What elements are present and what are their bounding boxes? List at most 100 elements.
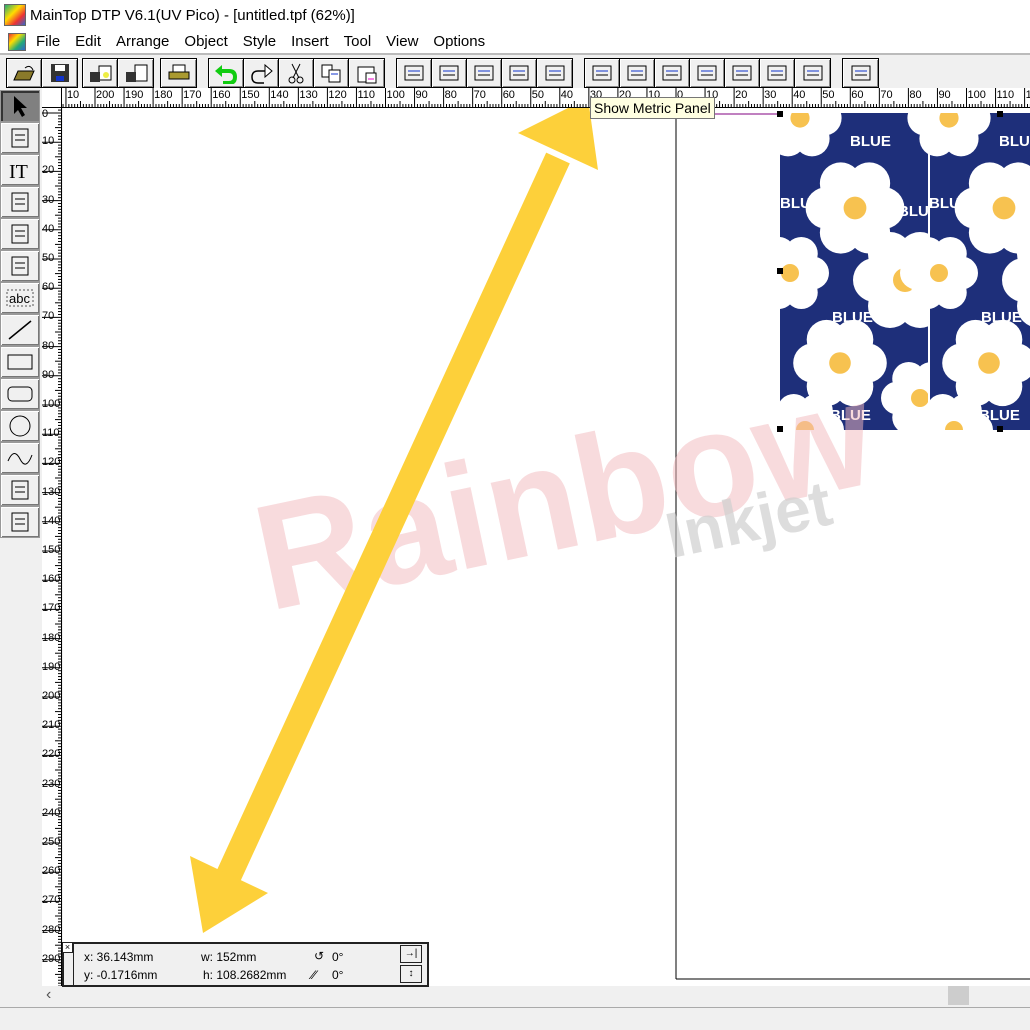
flip-vertical-button[interactable]: ↕ xyxy=(400,965,422,983)
star-icon xyxy=(697,65,717,81)
toolbar xyxy=(0,53,1030,88)
rotate-icon xyxy=(11,192,29,212)
tool-ellipse[interactable] xyxy=(0,410,40,442)
ruler-label: 240 xyxy=(42,806,61,819)
flip-horizontal-button[interactable]: →|← xyxy=(400,945,422,975)
scrollbar-thumb[interactable] xyxy=(948,986,969,1005)
tool-line[interactable] xyxy=(0,314,40,346)
horizontal-scrollbar[interactable]: ‹ xyxy=(42,986,1030,1005)
ruler-label: 200 xyxy=(42,690,61,702)
tool-rounded-rectangle[interactable] xyxy=(0,378,40,410)
menu-options[interactable]: Options xyxy=(433,33,485,50)
menu-arrange[interactable]: Arrange xyxy=(116,33,169,50)
align-button[interactable] xyxy=(467,59,502,87)
tool-bezier[interactable] xyxy=(0,442,40,474)
menu-object[interactable]: Object xyxy=(184,33,227,50)
height-value[interactable]: h: 108.2682mm xyxy=(203,968,286,982)
pattern-label: BLUE xyxy=(929,195,970,212)
rectangle-icon xyxy=(7,354,33,370)
tool-node-select[interactable] xyxy=(0,122,40,154)
width-value[interactable]: w: 152mm xyxy=(201,950,256,964)
x-value[interactable]: x: 36.143mm xyxy=(84,950,153,964)
menu-tool[interactable]: Tool xyxy=(344,33,372,50)
tool-dotted-line[interactable] xyxy=(0,474,40,506)
ruler-label: 50 xyxy=(42,252,55,264)
print-button[interactable] xyxy=(161,59,196,87)
selection-handle[interactable] xyxy=(777,268,783,274)
metric-panel-button[interactable] xyxy=(585,59,620,87)
ruler-label: 40 xyxy=(42,222,55,235)
tool-text-block[interactable] xyxy=(0,250,40,282)
ruler-label: 50 xyxy=(531,89,544,101)
text-icon: IT xyxy=(9,161,28,183)
selection-handle[interactable] xyxy=(777,111,783,117)
tool-text-frame[interactable]: abc xyxy=(0,282,40,314)
rotation-value[interactable]: 0° xyxy=(332,950,343,964)
tool-text[interactable]: IT xyxy=(0,154,40,186)
group-button[interactable] xyxy=(537,59,572,87)
tool-zoom[interactable] xyxy=(0,218,40,250)
tool-crop[interactable] xyxy=(0,506,40,538)
ruler-label: 30 xyxy=(42,193,55,206)
app-icon[interactable] xyxy=(4,4,26,26)
open-button[interactable] xyxy=(7,59,42,87)
ruler-label: 60 xyxy=(42,281,55,294)
skew-icon: ⁄⁄ xyxy=(312,968,317,982)
save-button[interactable] xyxy=(42,59,77,87)
rounded-rectangle-icon xyxy=(7,386,33,402)
menu-insert[interactable]: Insert xyxy=(291,33,329,50)
step-repeat-button[interactable] xyxy=(760,59,795,87)
ruler-origin[interactable] xyxy=(42,88,62,108)
text-grid-button[interactable] xyxy=(795,59,830,87)
title-bar: MainTop DTP V6.1(UV Pico) - [untitled.tp… xyxy=(0,0,1030,30)
send-backward-icon xyxy=(439,65,459,81)
tool-rotate[interactable] xyxy=(0,186,40,218)
horizontal-ruler[interactable]: 10 200 190 180 170 160 150 140 130 120 110 100 90 80 7… xyxy=(62,88,1030,108)
duplicate-button[interactable] xyxy=(502,59,537,87)
close-icon[interactable]: × xyxy=(62,942,73,953)
copy-button[interactable] xyxy=(314,59,349,87)
svg-text:IT: IT xyxy=(9,161,28,183)
ruler-label: 210 xyxy=(42,719,61,732)
ruler-label: 110 xyxy=(42,427,60,440)
selection-handle[interactable] xyxy=(997,426,1003,432)
zoom-icon xyxy=(11,224,29,244)
shapes-button[interactable] xyxy=(620,59,655,87)
send-backward-button[interactable] xyxy=(432,59,467,87)
import-button[interactable] xyxy=(83,59,118,87)
menu-file[interactable]: File xyxy=(36,33,60,50)
distort-button[interactable] xyxy=(725,59,760,87)
tool-select[interactable] xyxy=(0,90,40,122)
canvas[interactable]: BLUEBLUEBLUEBLUEBLUEBLUEBLUEBLUEBLUEBLUE… xyxy=(63,108,1030,986)
y-value[interactable]: y: -0.1716mm xyxy=(84,968,157,982)
ruler-label: 0 xyxy=(42,108,49,120)
undo-button[interactable] xyxy=(209,59,244,87)
menu-style[interactable]: Style xyxy=(243,33,276,50)
ruler-label: 110 xyxy=(357,89,375,101)
pattern-label: BLUE xyxy=(850,133,891,150)
star-button[interactable] xyxy=(690,59,725,87)
ruler-label: 260 xyxy=(42,865,61,878)
cut-button[interactable] xyxy=(279,59,314,87)
skew-value[interactable]: 0° xyxy=(332,968,343,982)
redo-button[interactable] xyxy=(244,59,279,87)
export-button[interactable] xyxy=(118,59,153,87)
ruler-label: 100 xyxy=(386,89,405,101)
menu-view[interactable]: View xyxy=(386,33,418,50)
tool-rectangle[interactable] xyxy=(0,346,40,378)
color-palette-icon xyxy=(662,65,682,81)
menu-edit[interactable]: Edit xyxy=(75,33,101,50)
bring-forward-button[interactable] xyxy=(397,59,432,87)
ruler-label: 10 xyxy=(66,89,80,101)
ruler-label: 280 xyxy=(42,923,61,936)
document-icon[interactable] xyxy=(8,32,26,51)
color-palette-button[interactable] xyxy=(655,59,690,87)
bring-forward-icon xyxy=(404,65,424,81)
selection-handle[interactable] xyxy=(997,111,1003,117)
save-icon xyxy=(50,64,69,82)
scroll-left-icon[interactable]: ‹ xyxy=(46,986,51,1004)
paste-button[interactable] xyxy=(349,59,384,87)
vertical-ruler[interactable]: 0 10 20 30 40 50 60 70 80 90 100 110 120 130 140 150 160… xyxy=(42,108,62,986)
preview-button[interactable] xyxy=(843,59,878,87)
ruler-label: 170 xyxy=(42,602,61,615)
